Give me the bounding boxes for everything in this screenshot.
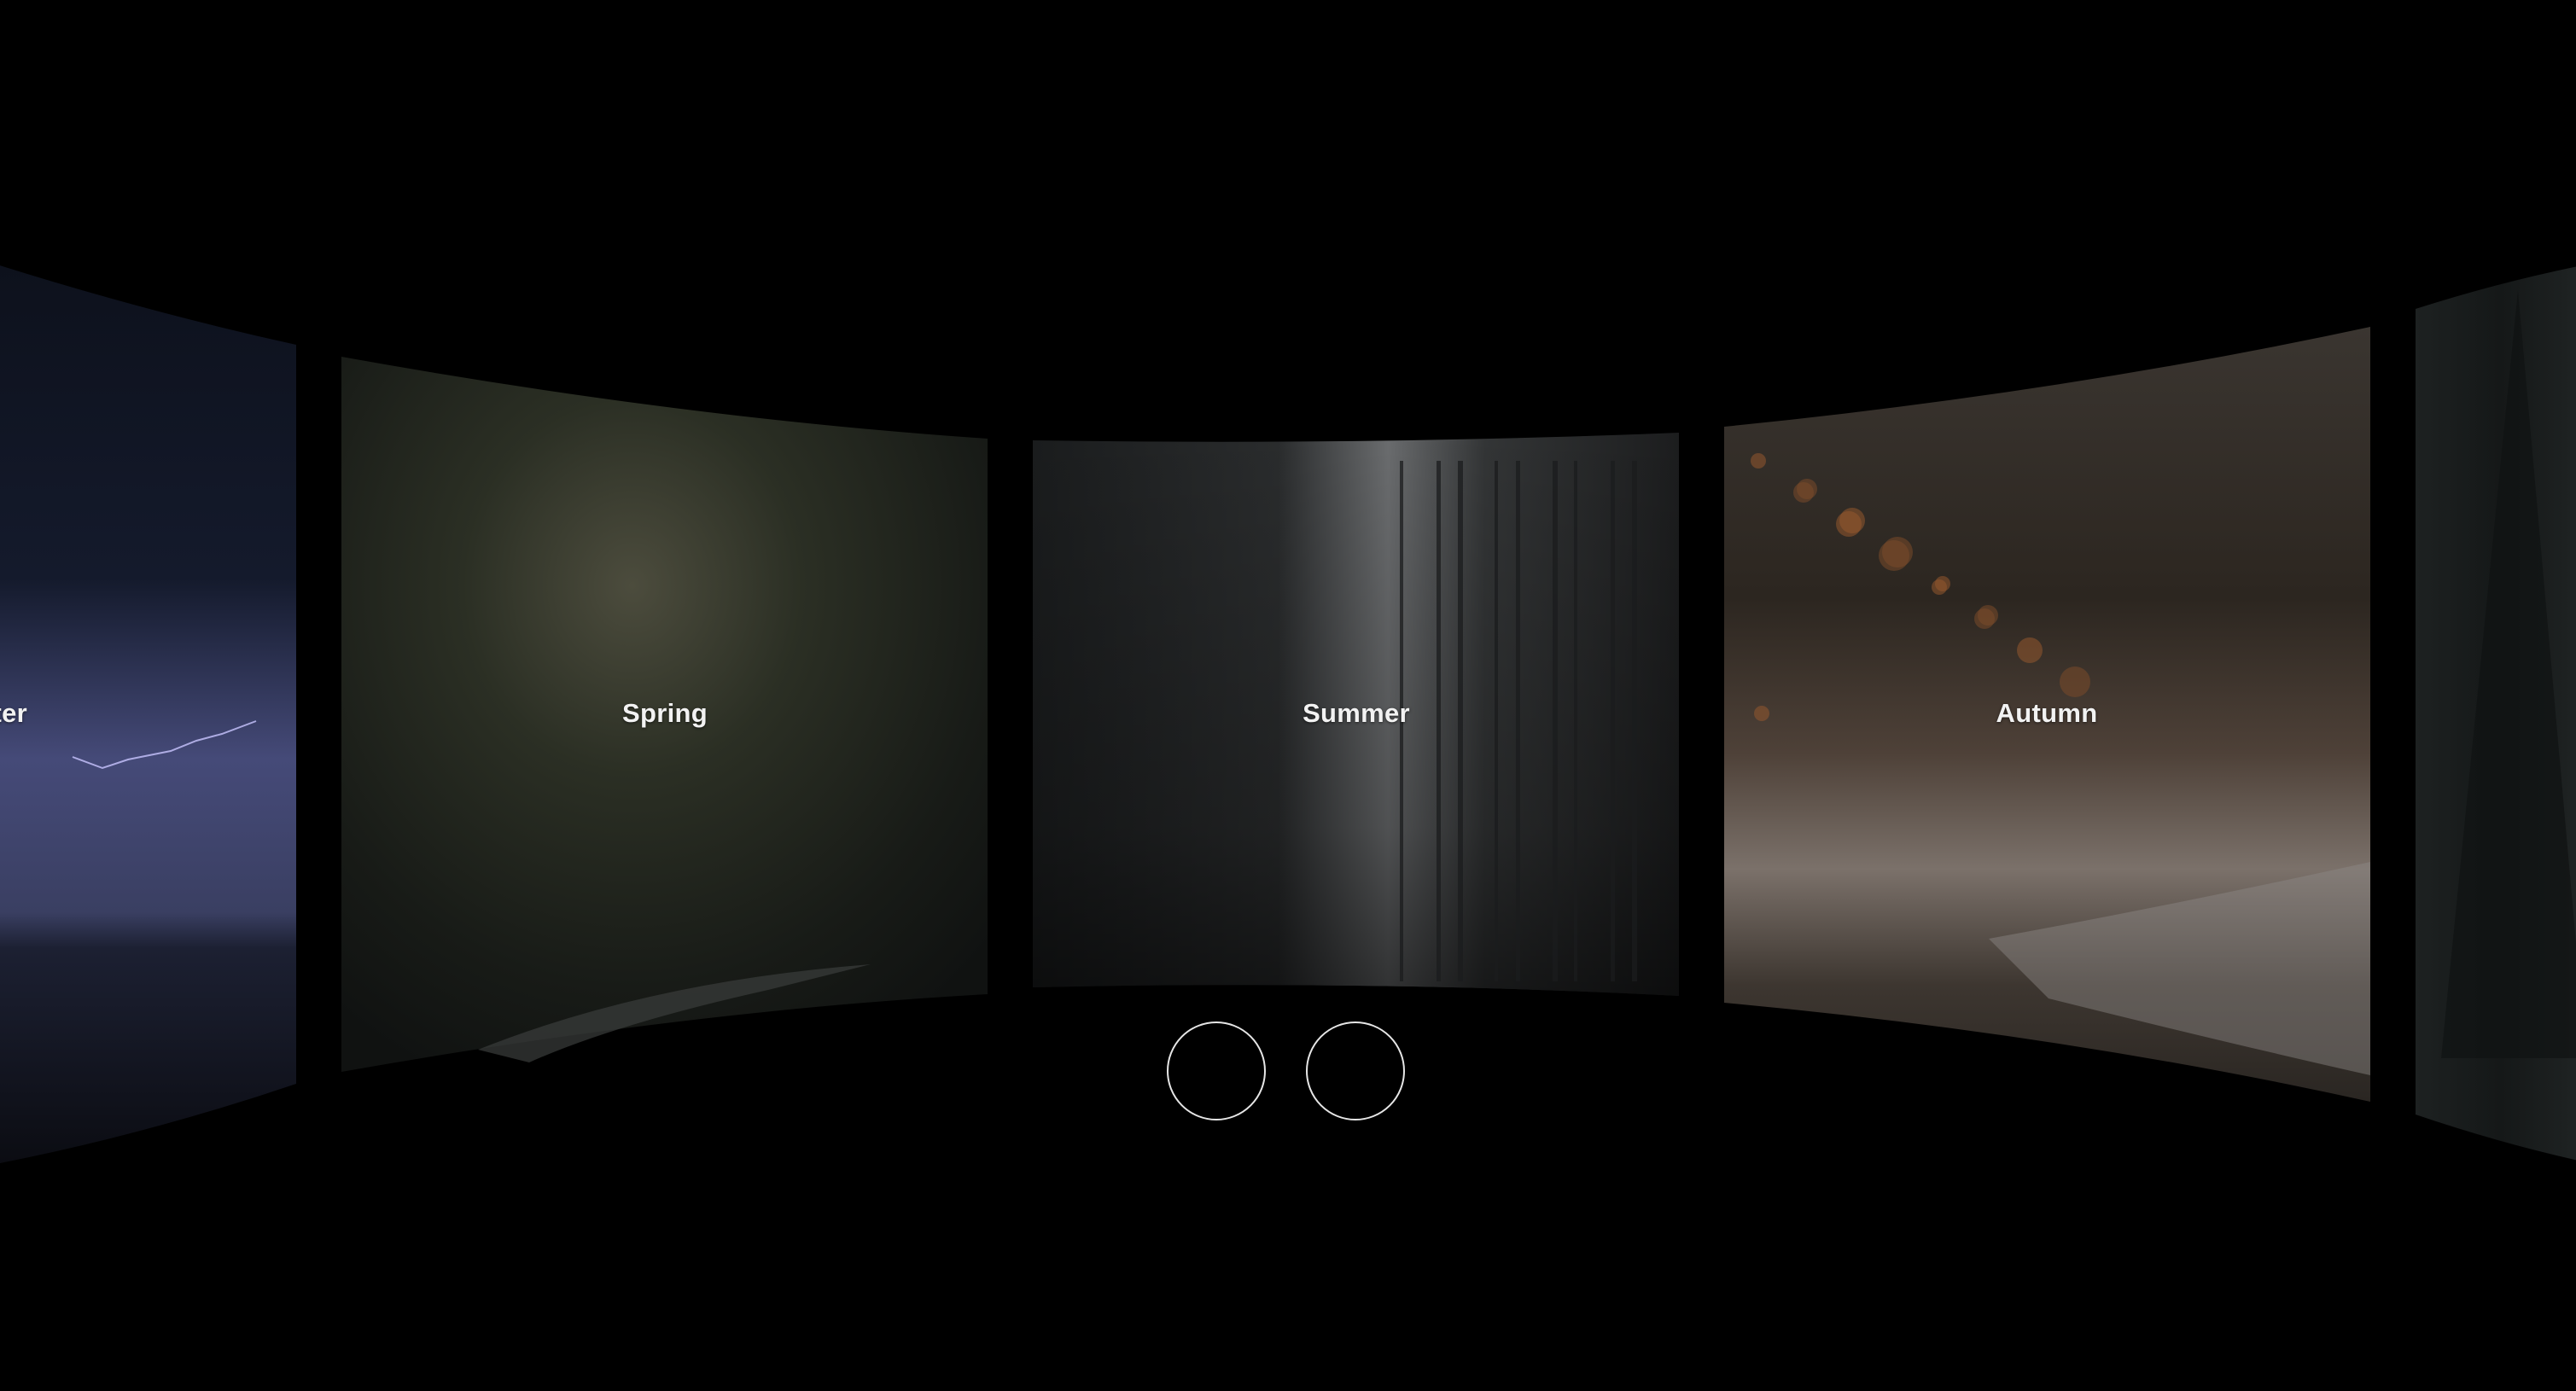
leaf-mark (1978, 605, 1998, 626)
panel-label-summer: Summer (1303, 698, 1410, 728)
storm-lightning-sea-photo (0, 265, 296, 1164)
tree-trunk (1574, 461, 1577, 981)
panel-label-spring: Spring (622, 698, 708, 728)
tree-trunk (1516, 461, 1520, 981)
leaf-mark (1754, 706, 1769, 721)
leaf-mark (1882, 537, 1913, 567)
leaf-mark (1797, 479, 1817, 499)
panel-label-autumn: Autumn (1996, 698, 2098, 728)
leaf-mark (2017, 637, 2043, 663)
next-button[interactable] (1306, 1021, 1405, 1120)
leaf-mark (1751, 453, 1766, 469)
carousel-stage: Winter Spring Summer Autumn (0, 0, 2576, 1391)
leaf-mark (1935, 576, 1950, 591)
tree-trunk (1632, 461, 1637, 981)
tree-trunk (1458, 461, 1463, 981)
leaf-mark (2060, 666, 2090, 697)
previous-button[interactable] (1167, 1021, 1266, 1120)
panel-extra[interactable] (2416, 265, 2576, 1162)
panel-winter[interactable] (0, 263, 296, 1165)
leaf-mark (1839, 508, 1865, 533)
tree-trunk (1611, 461, 1615, 981)
tree-trunk (1437, 461, 1441, 981)
carousel-panels (0, 263, 2576, 1165)
panel-label-winter: Winter (0, 698, 27, 728)
tree-trunk (1495, 461, 1498, 981)
tree-trunk (1553, 461, 1558, 981)
